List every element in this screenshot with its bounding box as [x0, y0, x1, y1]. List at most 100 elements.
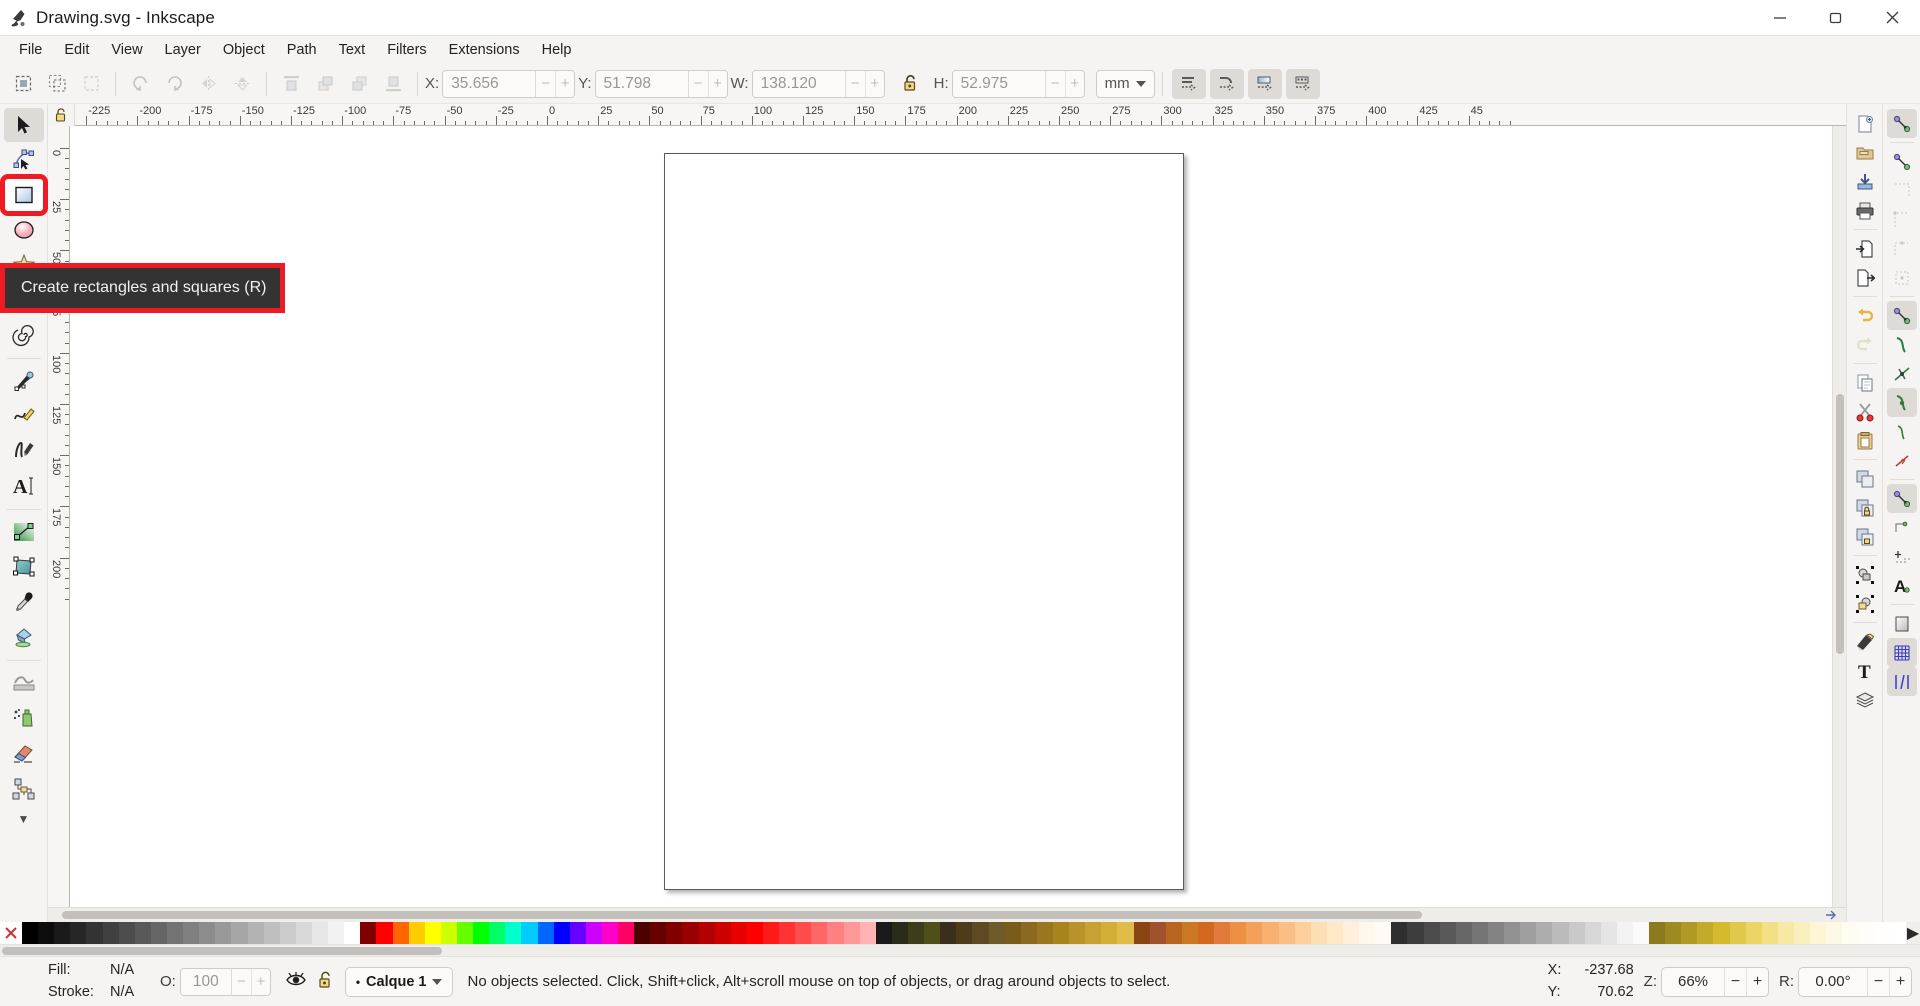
- h-field-value[interactable]: 52.975: [953, 71, 1045, 97]
- snap-rotation-centers-icon[interactable]: [1887, 542, 1917, 571]
- palette-swatch[interactable]: [1810, 922, 1826, 944]
- rotate-cw-icon[interactable]: [159, 69, 189, 99]
- palette-swatch[interactable]: [1826, 922, 1842, 944]
- deselect-icon[interactable]: [76, 69, 106, 99]
- lower-icon[interactable]: [344, 69, 374, 99]
- h-field[interactable]: 52.975 − +: [952, 70, 1085, 98]
- drawing-canvas[interactable]: [70, 126, 1832, 907]
- opacity-control[interactable]: O: 100 − +: [160, 968, 271, 996]
- tool-ellipse[interactable]: [4, 213, 44, 247]
- snap-cusp-nodes-icon[interactable]: [1887, 388, 1917, 417]
- palette-swatch[interactable]: [908, 922, 924, 944]
- enable-snapping-toggle[interactable]: [1887, 109, 1917, 138]
- palette-swatch[interactable]: [1182, 922, 1198, 944]
- palette-swatch[interactable]: [860, 922, 876, 944]
- palette-swatch[interactable]: [1697, 922, 1713, 944]
- palette-swatch[interactable]: [731, 922, 747, 944]
- h-field-stepper[interactable]: − +: [1045, 71, 1084, 97]
- import-icon[interactable]: [1850, 234, 1880, 263]
- print-document-icon[interactable]: [1850, 196, 1880, 225]
- palette-swatch[interactable]: [1536, 922, 1552, 944]
- palette-swatch[interactable]: [1488, 922, 1504, 944]
- palette-swatch[interactable]: [473, 922, 489, 944]
- palette-swatch[interactable]: [119, 922, 135, 944]
- palette-swatch[interactable]: [1214, 922, 1230, 944]
- palette-swatch[interactable]: [54, 922, 70, 944]
- palette-swatch[interactable]: [586, 922, 602, 944]
- guide-lock-icon[interactable]: [48, 104, 75, 126]
- palette-swatch[interactable]: [956, 922, 972, 944]
- palette-swatch[interactable]: [457, 922, 473, 944]
- minimize-button[interactable]: [1752, 0, 1808, 36]
- x-remove-color-icon[interactable]: [0, 922, 22, 944]
- menu-edit[interactable]: Edit: [53, 39, 100, 61]
- palette-swatch[interactable]: [103, 922, 119, 944]
- x-minus-button[interactable]: −: [536, 71, 555, 97]
- vertical-scroll-thumb[interactable]: [1836, 394, 1844, 654]
- palette-swatch[interactable]: [1649, 922, 1665, 944]
- snap-bbox-corners-icon[interactable]: [1887, 205, 1917, 234]
- palette-swatch[interactable]: [231, 922, 247, 944]
- unlock-layer-icon[interactable]: [317, 970, 335, 994]
- horizontal-scroll-thumb[interactable]: [62, 911, 1422, 919]
- palette-swatch[interactable]: [409, 922, 425, 944]
- palette-swatch[interactable]: [1665, 922, 1681, 944]
- palette-overflow-arrow[interactable]: ▶: [1906, 922, 1920, 944]
- tool-gradient[interactable]: [4, 515, 44, 549]
- snap-smooth-nodes-icon[interactable]: [1887, 417, 1917, 446]
- palette-swatch[interactable]: [1424, 922, 1440, 944]
- tool-text[interactable]: A: [4, 469, 44, 503]
- y-field-value[interactable]: 51.798: [596, 71, 688, 97]
- y-field-stepper[interactable]: − +: [688, 71, 727, 97]
- ungroup-objects-icon[interactable]: [1850, 589, 1880, 618]
- select-all-in-all-layers-icon[interactable]: [42, 69, 72, 99]
- palette-swatch[interactable]: [554, 922, 570, 944]
- palette-swatch[interactable]: [1166, 922, 1182, 944]
- flip-horizontal-icon[interactable]: [193, 69, 223, 99]
- palette-swatch[interactable]: [1198, 922, 1214, 944]
- palette-swatch[interactable]: [1359, 922, 1375, 944]
- snap-others-icon[interactable]: [1887, 484, 1917, 513]
- canvas-rotate-indicator[interactable]: [1818, 908, 1846, 922]
- palette-swatch[interactable]: [1037, 922, 1053, 944]
- palette-swatch[interactable]: [135, 922, 151, 944]
- tool-connector[interactable]: [4, 771, 44, 805]
- palette-swatch[interactable]: [38, 922, 54, 944]
- raise-icon[interactable]: [310, 69, 340, 99]
- palette-swatch[interactable]: [441, 922, 457, 944]
- palette-swatch[interactable]: [715, 922, 731, 944]
- palette-swatch[interactable]: [811, 922, 827, 944]
- tool-tweak[interactable]: [4, 666, 44, 700]
- w-plus-button[interactable]: +: [865, 71, 884, 97]
- clone-icon[interactable]: [1850, 493, 1880, 522]
- palette-swatches[interactable]: [22, 922, 1906, 944]
- move-gradients-toggle[interactable]: [1248, 69, 1282, 99]
- vertical-scrollbar[interactable]: [1832, 126, 1846, 907]
- scale-rounded-corners-toggle[interactable]: [1210, 69, 1244, 99]
- tool-paint-bucket[interactable]: [4, 620, 44, 654]
- palette-swatch[interactable]: [1021, 922, 1037, 944]
- palette-swatch[interactable]: [1069, 922, 1085, 944]
- palette-scroll-thumb[interactable]: [2, 947, 442, 955]
- palette-swatch[interactable]: [1778, 922, 1794, 944]
- palette-swatch[interactable]: [1504, 922, 1520, 944]
- move-patterns-toggle[interactable]: [1286, 69, 1320, 99]
- palette-swatch[interactable]: [1713, 922, 1729, 944]
- palette-swatch[interactable]: [1295, 922, 1311, 944]
- palette-swatch[interactable]: [22, 922, 38, 944]
- palette-swatch[interactable]: [618, 922, 634, 944]
- palette-swatch[interactable]: [1875, 922, 1891, 944]
- fill-stroke-dialog-icon[interactable]: [1850, 627, 1880, 656]
- lower-to-bottom-icon[interactable]: [378, 69, 408, 99]
- palette-swatch[interactable]: [1407, 922, 1423, 944]
- new-document-icon[interactable]: [1850, 109, 1880, 138]
- open-document-icon[interactable]: [1850, 138, 1880, 167]
- rotation-plus-button[interactable]: +: [1889, 968, 1911, 996]
- palette-swatch[interactable]: [763, 922, 779, 944]
- h-minus-button[interactable]: −: [1046, 71, 1065, 97]
- layer-select[interactable]: • Calque 1: [345, 967, 454, 997]
- toolbox-overflow-arrow[interactable]: ▼: [18, 812, 30, 826]
- opacity-minus-button[interactable]: −: [232, 969, 251, 995]
- palette-swatch[interactable]: [1262, 922, 1278, 944]
- h-plus-button[interactable]: +: [1065, 71, 1084, 97]
